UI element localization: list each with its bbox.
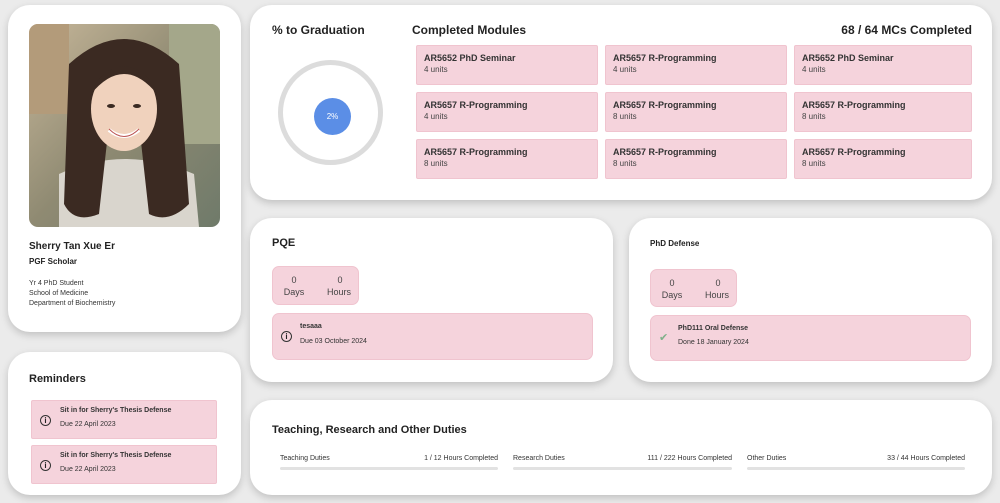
graduation-title: % to Graduation: [272, 23, 365, 37]
alert-circle-icon: i: [40, 460, 51, 471]
module-units: 8 units: [613, 112, 637, 121]
reminders-title: Reminders: [29, 373, 86, 385]
duty-label: Teaching Duties: [280, 455, 330, 462]
module-card[interactable]: AR5657 R-Programming 8 units: [605, 139, 787, 179]
module-card[interactable]: AR5657 R-Programming 8 units: [794, 92, 972, 132]
profile-role: PGF Scholar: [29, 257, 78, 266]
module-units: 4 units: [424, 112, 448, 121]
profile-department: Department of Biochemistry: [29, 300, 116, 307]
pqe-item-title: tesaaa: [300, 323, 322, 330]
pqe-title: PQE: [272, 237, 296, 249]
module-card[interactable]: AR5652 PhD Seminar 4 units: [794, 45, 972, 85]
phd-item-title: PhD111 Oral Defense: [678, 325, 749, 332]
module-name: AR5657 R-Programming: [424, 147, 528, 157]
module-units: 4 units: [424, 65, 448, 74]
phd-hours-value: 0: [715, 278, 721, 288]
phd-defense-title: PhD Defense: [650, 239, 700, 248]
pqe-days-value: 0: [291, 275, 297, 285]
module-name: AR5657 R-Programming: [802, 147, 906, 157]
alert-circle-icon: i: [281, 331, 292, 342]
phd-defense-card: PhD Defense 0 Days 0 Hours ✔ PhD111 Oral…: [629, 218, 992, 382]
duties-card: Teaching, Research and Other Duties Teac…: [250, 400, 992, 495]
phd-hours-label: Hours: [704, 290, 729, 300]
module-name: AR5652 PhD Seminar: [424, 53, 516, 63]
module-units: 8 units: [613, 159, 637, 168]
reminder-item[interactable]: i Sit in for Sherry's Thesis Defense Due…: [31, 400, 217, 439]
module-card[interactable]: AR5657 R-Programming 8 units: [416, 139, 598, 179]
module-card[interactable]: AR5657 R-Programming 8 units: [794, 139, 972, 179]
reminders-card: Reminders i Sit in for Sherry's Thesis D…: [8, 352, 241, 495]
reminder-title: Sit in for Sherry's Thesis Defense: [60, 407, 172, 414]
module-units: 8 units: [424, 159, 448, 168]
phd-item-due: Done 18 January 2024: [678, 339, 749, 346]
duty-label: Other Duties: [747, 455, 787, 462]
duty-value: 33 / 44 Hours Completed: [887, 455, 965, 462]
duty-progress-bar: [513, 467, 732, 470]
reminder-due: Due 22 April 2023: [60, 421, 116, 428]
profile-photo: [29, 24, 220, 227]
profile-name: Sherry Tan Xue Er: [29, 241, 115, 252]
profile-card: Sherry Tan Xue Er PGF Scholar Yr 4 PhD S…: [8, 5, 241, 332]
pqe-item[interactable]: i tesaaa Due 03 October 2024: [272, 313, 593, 360]
pqe-countdown: 0 Days 0 Hours: [272, 266, 359, 305]
check-icon: ✔: [659, 332, 669, 344]
duty-progress-bar: [747, 467, 965, 470]
pqe-card: PQE 0 Days 0 Hours i tesaaa Due 03 Octob…: [250, 218, 613, 382]
alert-circle-icon: i: [40, 415, 51, 426]
duty-label: Research Duties: [513, 455, 565, 462]
duty-value: 111 / 222 Hours Completed: [647, 455, 732, 462]
phd-countdown: 0 Days 0 Hours: [650, 269, 737, 307]
duty-progress-bar: [280, 467, 498, 470]
reminder-due: Due 22 April 2023: [60, 466, 116, 473]
profile-school: School of Medicine: [29, 290, 89, 297]
phd-defense-item[interactable]: ✔ PhD111 Oral Defense Done 18 January 20…: [650, 315, 971, 361]
reminder-item[interactable]: i Sit in for Sherry's Thesis Defense Due…: [31, 445, 217, 484]
module-card[interactable]: AR5657 R-Programming 4 units: [416, 92, 598, 132]
module-name: AR5657 R-Programming: [424, 100, 528, 110]
modules-title: Completed Modules: [412, 23, 527, 37]
module-units: 8 units: [802, 159, 826, 168]
profile-year: Yr 4 PhD Student: [29, 280, 84, 287]
graduation-card: % to Graduation 2% Completed Modules 68 …: [250, 5, 992, 200]
module-units: 4 units: [613, 65, 637, 74]
pqe-days-label: Days: [283, 287, 305, 297]
pqe-hours-label: Hours: [326, 287, 351, 297]
duties-title: Teaching, Research and Other Duties: [272, 424, 467, 436]
pqe-hours-value: 0: [337, 275, 343, 285]
module-name: AR5657 R-Programming: [613, 53, 717, 63]
phd-days-label: Days: [661, 290, 683, 300]
module-units: 8 units: [802, 112, 826, 121]
phd-days-value: 0: [669, 278, 675, 288]
module-name: AR5657 R-Programming: [613, 100, 717, 110]
duty-value: 1 / 12 Hours Completed: [424, 455, 498, 462]
mcs-completed: 68 / 64 MCs Completed: [841, 23, 972, 37]
module-name: AR5657 R-Programming: [613, 147, 717, 157]
module-card[interactable]: AR5657 R-Programming 8 units: [605, 92, 787, 132]
module-card[interactable]: AR5657 R-Programming 4 units: [605, 45, 787, 85]
module-card[interactable]: AR5652 PhD Seminar 4 units: [416, 45, 598, 85]
module-name: AR5657 R-Programming: [802, 100, 906, 110]
pqe-item-due: Due 03 October 2024: [300, 338, 367, 345]
reminder-title: Sit in for Sherry's Thesis Defense: [60, 452, 172, 459]
module-units: 4 units: [802, 65, 826, 74]
module-name: AR5652 PhD Seminar: [802, 53, 894, 63]
graduation-percent: 2%: [314, 98, 351, 135]
